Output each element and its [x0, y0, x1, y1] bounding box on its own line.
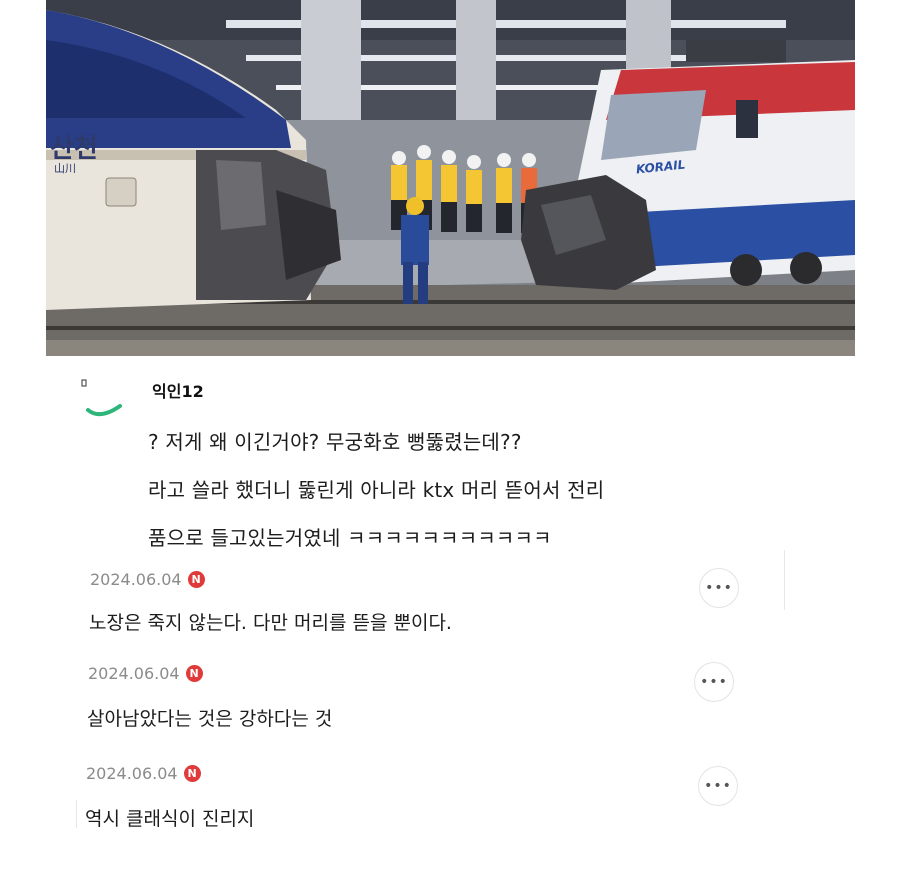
comment-text: 살아남았다는 것은 강하다는 것: [87, 708, 333, 730]
new-badge: N: [187, 571, 205, 588]
post: 익인12 ? 저게 왜 이긴거야? 무궁화호 뻥뚫렸는데?? 라고 쓸라 했더니…: [80, 370, 800, 560]
comment-text: 노장은 죽지 않는다. 다만 머리를 뜯을 뿐이다.: [89, 612, 452, 634]
comment-date-text: 2024.06.04: [90, 570, 182, 589]
divider: [76, 800, 77, 828]
comment-date: 2024.06.04 N: [86, 764, 201, 783]
more-options-button[interactable]: •••: [694, 662, 734, 702]
comment-item: 2024.06.04 N 역시 클래식이 진리지 •••: [0, 760, 900, 856]
comment-date-text: 2024.06.04: [88, 664, 180, 683]
post-text-line: ? 저게 왜 이긴거야? 무궁화호 뻥뚫렸는데??: [148, 430, 522, 454]
ellipsis-icon: •••: [705, 580, 733, 596]
post-text-line: 라고 쓸라 했더니 뚫린게 아니라 ktx 머리 뜯어서 전리: [148, 478, 605, 502]
divider: [784, 550, 785, 610]
comment-text: 역시 클래식이 진리지: [85, 808, 255, 830]
post-text-line: 품으로 들고있는거였네 ㅋㅋㅋㅋㅋㅋㅋㅋㅋㅋㅋ: [148, 526, 552, 550]
comment-date: 2024.06.04 N: [90, 570, 205, 589]
new-badge: N: [185, 665, 203, 682]
photo-train-sublabel: 山川: [54, 162, 76, 175]
ellipsis-icon: •••: [704, 778, 732, 794]
train-collision-photo: 산천 山川 KORAIL: [46, 0, 855, 356]
ellipsis-icon: •••: [700, 674, 728, 690]
comment-item: 2024.06.04 N 노장은 죽지 않는다. 다만 머리를 뜯을 뿐이다. …: [0, 550, 900, 662]
avatar[interactable]: [80, 376, 130, 426]
more-options-button[interactable]: •••: [699, 568, 739, 608]
comment-date-text: 2024.06.04: [86, 764, 178, 783]
comment-date: 2024.06.04 N: [88, 664, 203, 683]
avatar-placeholder-icon: [81, 379, 122, 417]
new-badge: N: [183, 765, 201, 782]
post-username[interactable]: 익인12: [152, 378, 204, 402]
more-options-button[interactable]: •••: [698, 766, 738, 806]
comment-item: 2024.06.04 N 살아남았다는 것은 강하다는 것 •••: [0, 660, 900, 756]
